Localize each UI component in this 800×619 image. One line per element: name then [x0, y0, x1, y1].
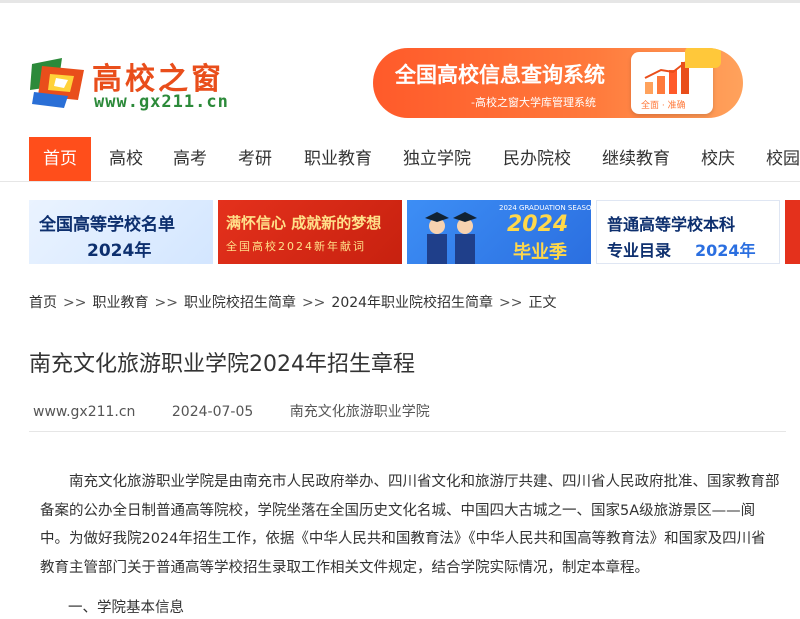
nav-campus[interactable]: 校园: [766, 137, 800, 181]
promo-catalog-subtitle: 专业目录: [607, 241, 672, 260]
promo-catalog-title: 普通高等学校本科: [607, 215, 736, 234]
banner-title: 全国高校信息查询系统: [395, 63, 605, 87]
nav-postgraduate[interactable]: 考研: [238, 137, 272, 181]
nav-continuing-education[interactable]: 继续教育: [602, 137, 670, 181]
top-border: [0, 0, 800, 3]
site-logo[interactable]: 高校之窗 www.gx211.cn: [28, 52, 258, 114]
breadcrumb: 首页 >> 职业教育 >> 职业院校招生简章 >> 2024年职业院校招生简章 >> 正文: [29, 292, 557, 312]
article-body: 南充文化旅游职业学院是由南充市人民政府举办、四川省文化和旅游厅共建、四川省人民政…: [40, 468, 780, 582]
promo-undergraduate-catalog[interactable]: 普通高等学校本科 专业目录 2024年: [596, 200, 780, 264]
breadcrumb-current: 正文: [528, 295, 557, 311]
promo-college-list[interactable]: 全国高等学校名单 2024年: [29, 200, 213, 264]
article-author: 南充文化旅游职业学院: [289, 404, 430, 420]
breadcrumb-2024-guides[interactable]: 2024年职业院校招生简章: [331, 295, 493, 311]
promo-partial-next[interactable]: [785, 200, 800, 264]
promo-graduation-word: 毕业季: [513, 242, 567, 263]
nav-anniversary[interactable]: 校庆: [701, 137, 735, 181]
logo-url: www.gx211.cn: [94, 92, 229, 112]
logo-mark-icon: [30, 58, 84, 108]
query-system-banner[interactable]: 全国高校信息查询系统 -高校之窗大学库管理系统 全面 · 准确: [373, 48, 743, 118]
banner-card-caption: 全面 · 准确: [641, 101, 686, 111]
article-date: 2024-07-05: [171, 404, 254, 420]
breadcrumb-vocational[interactable]: 职业教育: [92, 295, 148, 311]
promo-new-year-title: 满怀信心 成就新的梦想: [226, 214, 382, 232]
breadcrumb-separator: >>: [154, 295, 178, 311]
breadcrumb-separator: >>: [301, 295, 326, 311]
article-paragraph: 南充文化旅游职业学院是由南充市人民政府举办、四川省文化和旅游厅共建、四川省人民政…: [40, 474, 780, 576]
promo-graduation-season[interactable]: 2024 GRADUATION SEASON 2024 毕业季: [407, 200, 591, 264]
nav-independent-colleges[interactable]: 独立学院: [403, 137, 471, 181]
section-heading: 一、学院基本信息: [68, 600, 184, 616]
nav-private-colleges[interactable]: 民办院校: [503, 137, 571, 181]
promo-new-year-subtitle: 全国高校2024新年献词: [226, 240, 366, 253]
promo-graduation-tag: 2024 GRADUATION SEASON: [499, 204, 591, 212]
banner-tag-shape: [685, 48, 721, 68]
promo-catalog-year: 2024年: [695, 241, 756, 260]
breadcrumb-admission-guides[interactable]: 职业院校招生简章: [184, 295, 296, 311]
nav-home[interactable]: 首页: [29, 137, 91, 181]
meta-divider: [29, 431, 786, 432]
banner-subtitle: -高校之窗大学库管理系统: [471, 96, 596, 109]
promo-graduation-year: 2024: [507, 212, 569, 237]
promo-new-year-message[interactable]: 满怀信心 成就新的梦想 全国高校2024新年献词: [218, 200, 402, 264]
graduates-illustration-icon: [425, 212, 477, 264]
nav-vocational[interactable]: 职业教育: [304, 137, 372, 181]
promo-college-list-title: 全国高等学校名单: [39, 215, 175, 235]
nav-gaokao[interactable]: 高考: [173, 137, 207, 181]
main-nav: 首页 高校 高考 考研 职业教育 独立学院 民办院校 继续教育 校庆 校园: [0, 137, 800, 182]
article-source: www.gx211.cn: [33, 404, 136, 420]
nav-colleges[interactable]: 高校: [109, 137, 143, 181]
breadcrumb-separator: >>: [499, 295, 523, 311]
article-meta: www.gx211.cn 2024-07-05 南充文化旅游职业学院: [33, 401, 462, 421]
article-title: 南充文化旅游职业学院2024年招生章程: [29, 352, 415, 377]
breadcrumb-separator: >>: [63, 295, 87, 311]
promo-college-list-year: 2024年: [87, 241, 152, 261]
breadcrumb-home[interactable]: 首页: [29, 295, 57, 311]
